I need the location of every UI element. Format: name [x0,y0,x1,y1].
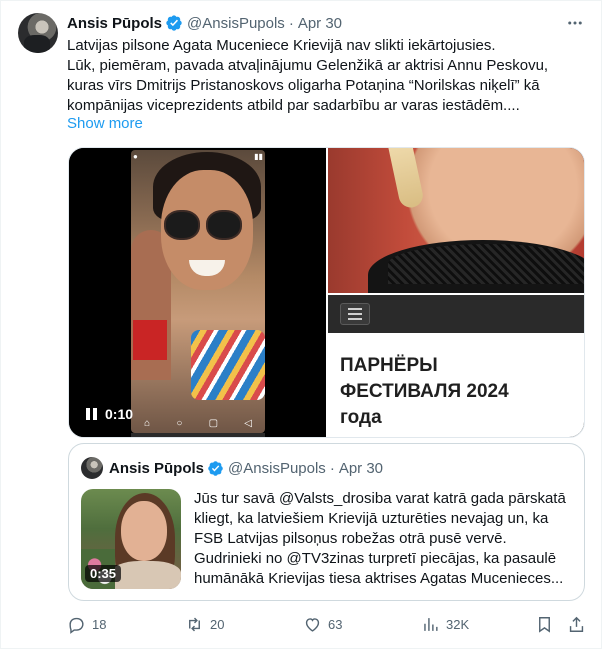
tweet-text-line: Lūk, piemēram, pavada atvaļinājumu Gelen… [67,57,549,74]
views-chart-icon [424,617,438,631]
quoted-tweet-date: Apr 30 [338,459,384,477]
share-icon [569,616,584,632]
tweet-card[interactable]: Ansis Pūpols @AnsisPupols · Apr 30 Latvi… [0,0,602,649]
tweet-date[interactable]: Apr 30 [298,15,342,32]
media-grid: ● ▮▮ ⌂ ○ ▢ ◁ 0:10 ПАРНЁРЫ ФЕСТИВАЛЯ 2024 год… [68,147,585,438]
repost-icon [189,617,200,631]
views-button[interactable]: 32K [421,611,469,637]
quoted-text-line: humānākā Krievijas tiesa aktrises Agatas… [194,570,564,587]
quoted-text-line: Jūs tur savā @Valsts_drosiba varat katrā… [194,490,566,507]
festival-title-line: ПАРНЁРЫ [340,355,438,376]
quoted-author-name: Ansis Pūpols [109,459,205,477]
tweet-actions: 18 20 63 32K [67,611,587,637]
views-count: 32K [446,616,470,632]
website-header-bar [328,295,584,333]
like-count: 63 [328,616,343,632]
tweet-text-line: Latvijas pilsone Agata Muceniece Krievij… [67,37,496,54]
quoted-author-handle: @AnsisPupols [228,459,326,477]
media-image-red-carpet[interactable] [328,148,584,293]
repost-button[interactable]: 20 [185,611,224,637]
hamburger-menu-icon [340,303,370,325]
repost-count: 20 [210,616,225,632]
festival-title: ПАРНЁРЫ ФЕСТИВАЛЯ 2024 года [340,353,509,431]
bookmark-icon [539,616,550,633]
festival-title-line: ФЕСТИВАЛЯ 2024 [340,381,509,402]
tweet-text: Latvijas pilsone Agata Muceniece Krievij… [67,36,567,116]
quoted-author-avatar [81,457,103,479]
festival-title-line: года [340,407,382,428]
quoted-text-line: Gudrinieki no @TV3zinas turpretī piecāja… [194,550,557,567]
header-separator: · [288,14,294,32]
author-name[interactable]: Ansis Pūpols [67,15,162,32]
tweet-header: Ansis Pūpols @AnsisPupols · Apr 30 [67,13,342,33]
quoted-video-thumbnail[interactable]: 0:35 [81,489,181,589]
phone-status-bar: ● ▮▮ [133,152,263,161]
pause-icon[interactable] [86,408,100,422]
reply-icon [69,617,84,634]
quoted-tweet-header: Ansis Pūpols @AnsisPupols · Apr 30 [109,458,383,478]
more-horizontal-icon [568,21,582,25]
verified-badge-icon [166,15,182,31]
tweet-text-line: kuras vīrs Dmitrijs Pristanoskovs oligar… [67,77,540,94]
quoted-text-line: kliegt, ka latviešiem Krievijā uzturētie… [194,510,549,527]
bookmark-button[interactable] [535,611,554,637]
quoted-text-line: FSB Latvijas pilsoņus robežas otrā pusē … [194,530,507,547]
header-separator: · [329,459,335,477]
quoted-video-time: 0:35 [85,565,122,582]
heart-icon [305,617,320,632]
video-time: 0:10 [105,406,134,422]
author-avatar[interactable] [18,13,58,53]
tweet-text-line: kompānijas viceprezidents atbild par sad… [67,97,520,114]
video-thumbnail [131,150,265,433]
share-button[interactable] [567,611,586,637]
video-player[interactable]: ● ▮▮ ⌂ ○ ▢ ◁ 0:10 [69,148,326,437]
author-handle[interactable]: @AnsisPupols [187,15,285,32]
like-button[interactable]: 63 [303,611,342,637]
media-image-festival[interactable]: ПАРНЁРЫ ФЕСТИВАЛЯ 2024 года [328,295,584,437]
show-more-link[interactable]: Show more [67,115,143,132]
reply-button[interactable]: 18 [67,611,106,637]
reply-count: 18 [92,616,107,632]
verified-badge-icon [208,460,223,476]
quoted-tweet-text: Jūs tur savā @Valsts_drosiba varat katrā… [194,489,579,589]
phone-nav-bar: ⌂ ○ ▢ ◁ [144,417,252,429]
quoted-tweet[interactable]: Ansis Pūpols @AnsisPupols · Apr 30 0:35 … [68,443,585,601]
more-options-button[interactable] [564,13,586,33]
